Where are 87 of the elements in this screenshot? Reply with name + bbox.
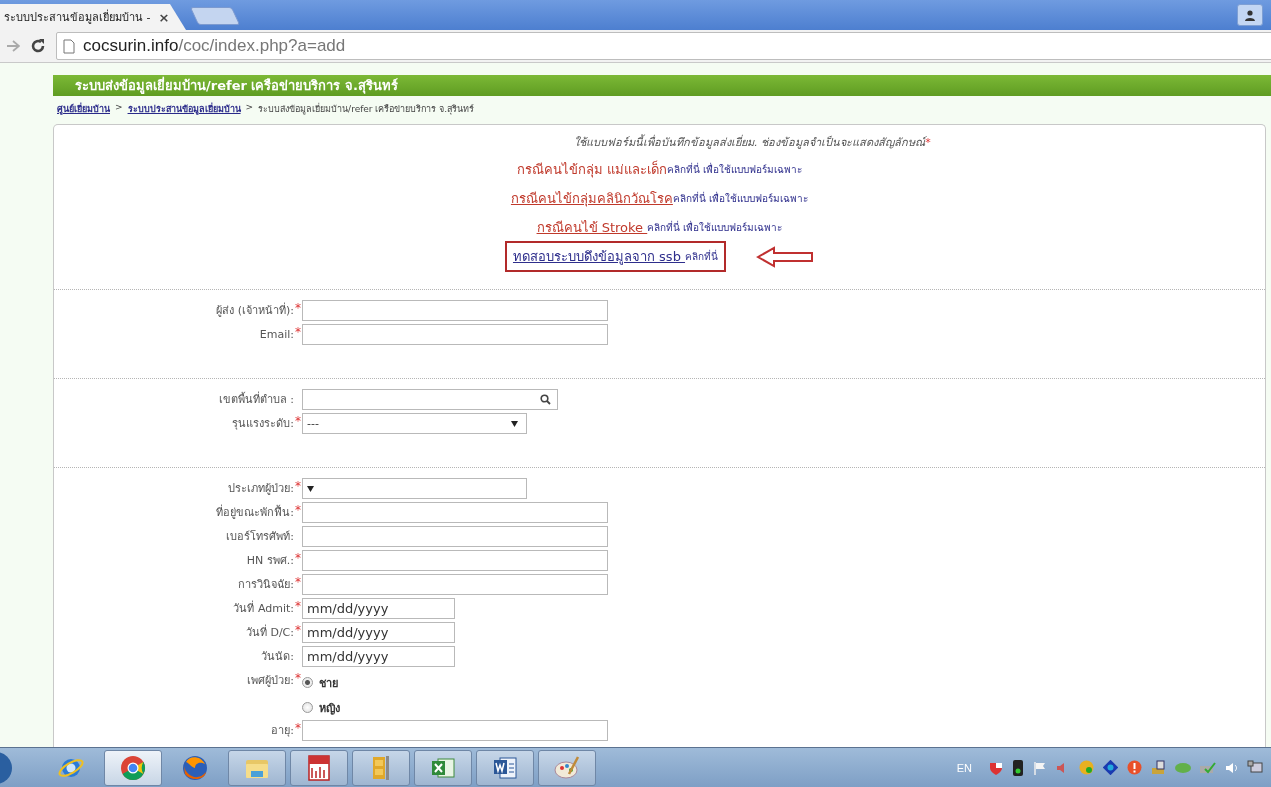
link-suffix: คลิกที่นี่ เพื่อใช้แบบฟอร์มเฉพาะ [672, 191, 809, 204]
close-button[interactable]: × [158, 9, 170, 25]
required-mark: * [295, 550, 301, 566]
taskbar-button[interactable] [104, 749, 162, 786]
field-label: รุนแรงระดับ: [231, 416, 294, 432]
taskbar-button[interactable] [228, 749, 286, 786]
text-field[interactable] [302, 300, 608, 321]
required-mark: * [295, 413, 301, 429]
spss-icon [305, 753, 333, 782]
field-label: HN รพศ.: [245, 553, 294, 569]
taskbar-button[interactable] [538, 749, 596, 786]
field-label: อายุ: [270, 723, 294, 739]
volume-icon[interactable] [1225, 760, 1238, 775]
text-field[interactable] [302, 502, 608, 523]
field-label: เขตพื้นที่ตำบล : [217, 390, 294, 408]
required-mark: * [295, 598, 301, 614]
person-icon [1244, 9, 1256, 21]
required-mark: * [295, 720, 301, 736]
text-field[interactable] [302, 574, 608, 595]
reload-icon[interactable] [30, 38, 46, 54]
form-link[interactable]: กรณีคนไข้ Stroke [536, 217, 648, 238]
user-button[interactable] [1237, 4, 1263, 26]
required-mark: * [295, 502, 301, 518]
breadcrumb-link[interactable]: ระบบประสานข้อมูลเยี่ยมบ้าน [127, 102, 241, 116]
link-suffix: คลิกที่นี่ [685, 249, 719, 264]
radio-label: หญิง [319, 700, 340, 717]
arrow-icon [756, 245, 815, 268]
caret-icon [511, 420, 518, 427]
field-label: การวินิจฉัย: [237, 577, 294, 593]
traffic-light-icon[interactable] [1012, 759, 1024, 776]
warning-icon[interactable] [1127, 760, 1142, 775]
required-mark: * [295, 622, 301, 638]
radio-button[interactable] [302, 677, 313, 688]
text-field[interactable] [302, 526, 608, 547]
field-label: เพศผู้ป่วย: [246, 673, 294, 689]
search-field[interactable] [302, 389, 558, 410]
search-icon [540, 394, 551, 405]
field-label: วันที่ D/C: [244, 623, 294, 641]
required-mark: * [295, 324, 301, 340]
required-mark: * [295, 670, 301, 686]
taskbar-button[interactable] [290, 749, 348, 786]
breadcrumb-text: ระบบส่งข้อมูลเยี่ยมบ้าน/refer เครือข่ายบริการ จ.สุรินทร์ [258, 102, 475, 116]
browser-tab[interactable]: ระบบประสานข้อมูลเยี่ยมบ้าน - × [0, 4, 186, 30]
breadcrumb-text: > [115, 102, 123, 114]
taskbar-button[interactable] [476, 749, 534, 786]
date-field[interactable]: mm/dd/yyyy [302, 622, 455, 643]
link-suffix: คลิกที่นี่ เพื่อใช้แบบฟอร์มเฉพาะ [647, 220, 783, 235]
dropdown-field[interactable]: --- [302, 413, 527, 434]
text-field[interactable] [302, 324, 608, 345]
field-label: วันที่ Admit: [232, 599, 294, 617]
field-label: เบอร์โทรศัพท์: [225, 529, 294, 545]
badge-icon[interactable] [1079, 760, 1094, 775]
text-field[interactable] [302, 550, 608, 571]
page-header: ระบบส่งข้อมูลเยี่ยมบ้าน/refer เครือข่ายบริการ จ.สุรินทร์ [53, 75, 1271, 96]
form-link[interactable]: กรณีคนไข้กลุ่ม แม่และเด็ก [516, 159, 667, 180]
chrome-icon [119, 753, 147, 782]
radio-button[interactable] [302, 702, 313, 713]
back-icon[interactable] [6, 40, 20, 52]
required-mark: * [295, 478, 301, 494]
network-icon[interactable] [1247, 759, 1263, 776]
field-label: ประเภทผู้ป่วย: [227, 481, 294, 497]
field-label: วันนัด: [260, 649, 294, 665]
form-link[interactable]: ทดสอบระบบดึงข้อมูลจาก ssb [512, 246, 686, 267]
field-label: ผู้ส่ง (เจ้าหน้าที่): [215, 301, 294, 319]
required-mark: * [295, 300, 301, 316]
tab-title: ระบบประสานข้อมูลเยี่ยมบ้าน - [4, 8, 151, 26]
taskbar-button[interactable] [414, 749, 472, 786]
date-field[interactable]: mm/dd/yyyy [302, 598, 455, 619]
breadcrumb-text: > [245, 102, 254, 114]
field-label: ที่อยู่ขณะพักฟื้น: [215, 503, 294, 521]
link-suffix: คลิกที่นี่ เพื่อใช้แบบฟอร์มเฉพาะ [666, 162, 803, 177]
check-icon[interactable] [1200, 760, 1216, 775]
url-text[interactable]: cocsurin.info/coc/index.php?a=add [83, 36, 346, 56]
intro-text: ใช้แบบฟอร์มนี้เพื่อบันทึกข้อมูลส่งเยี่ยม. ช่องข้อมูลจำเป็นจะแสดงสัญลักษณ์* [573, 133, 932, 151]
breadcrumb-link[interactable]: ศูนย์เยี่ยมบ้าน [57, 102, 110, 116]
form-link[interactable]: กรณีคนไข้กลุ่มคลินิกวัณโรค [510, 188, 673, 209]
required-mark: * [295, 574, 301, 590]
text-field[interactable] [302, 720, 608, 741]
dropdown-field[interactable] [302, 478, 527, 499]
firefox-icon [181, 753, 209, 782]
field-label: Email: [258, 327, 294, 343]
radio-label: ชาย [319, 675, 338, 692]
page-icon [63, 38, 75, 54]
shield-icon[interactable] [989, 760, 1003, 775]
date-field[interactable]: mm/dd/yyyy [302, 646, 455, 667]
flag-icon[interactable] [1033, 760, 1047, 775]
caret-icon [307, 485, 314, 492]
